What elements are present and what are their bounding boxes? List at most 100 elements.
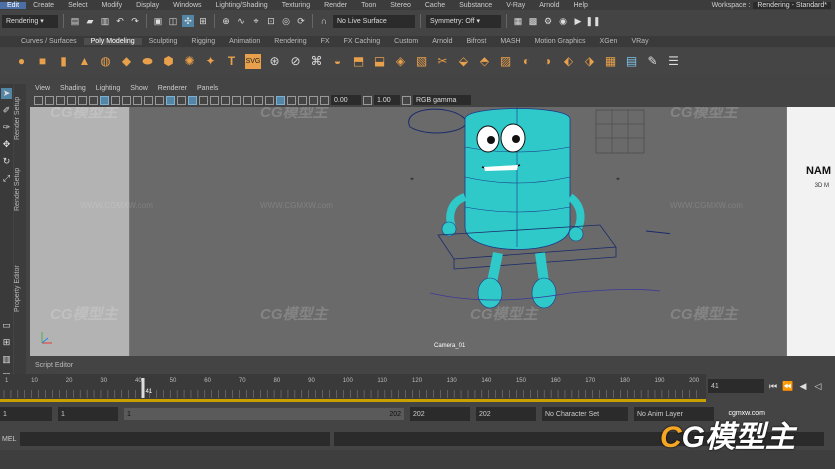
panel-menu-shading[interactable]: Shading bbox=[55, 85, 91, 92]
magnet-icon[interactable]: ∩ bbox=[318, 15, 330, 27]
field-chart-icon[interactable] bbox=[122, 95, 131, 105]
shelf-tab-fx[interactable]: FX bbox=[314, 38, 337, 45]
panel-menu-panels[interactable]: Panels bbox=[192, 85, 223, 92]
smooth-shade-icon[interactable] bbox=[166, 95, 175, 105]
camera-attributes-icon[interactable] bbox=[45, 95, 54, 105]
workspace-dropdown[interactable]: Rendering - Standard* bbox=[753, 1, 831, 9]
grid-toggle-icon[interactable] bbox=[78, 95, 87, 105]
shelf-tab-rigging[interactable]: Rigging bbox=[184, 38, 222, 45]
ipr-render-icon[interactable]: ▩ bbox=[527, 15, 539, 27]
menu-cache[interactable]: Cache bbox=[418, 2, 452, 9]
separate-icon[interactable]: ⊘ bbox=[288, 54, 303, 69]
rotate-tool-icon[interactable]: ↻ bbox=[1, 156, 12, 167]
single-perspective-icon[interactable]: ▭ bbox=[1, 320, 12, 331]
symmetry-dropdown[interactable]: Symmetry: Off ▾ bbox=[426, 14, 501, 28]
textured-icon[interactable] bbox=[199, 95, 208, 105]
shelf-tab-bifrost[interactable]: Bifrost bbox=[460, 38, 494, 45]
open-scene-icon[interactable]: ▰ bbox=[84, 15, 96, 27]
playback-end-field[interactable]: 202 bbox=[410, 407, 470, 421]
current-frame-field[interactable]: 41 bbox=[708, 379, 764, 393]
shelf-tab-xgen[interactable]: XGen bbox=[593, 38, 625, 45]
menu-v-ray[interactable]: V-Ray bbox=[499, 2, 532, 9]
shelf-options-icon[interactable]: ☰ bbox=[666, 54, 681, 69]
use-all-lights-icon[interactable] bbox=[210, 95, 219, 105]
script-editor-bar[interactable]: Script Editor bbox=[30, 362, 230, 372]
menu-stereo[interactable]: Stereo bbox=[383, 2, 418, 9]
character-set-dropdown[interactable]: No Character Set bbox=[542, 407, 628, 421]
anti-aliasing-icon[interactable] bbox=[254, 95, 263, 105]
play-backwards-icon[interactable]: ◁ bbox=[812, 380, 824, 392]
shelf-tab-rendering[interactable]: Rendering bbox=[267, 38, 313, 45]
super-shape-icon[interactable]: ✦ bbox=[203, 54, 218, 69]
menuset-dropdown[interactable]: Rendering ▾ bbox=[2, 14, 58, 28]
animation-start-field[interactable]: 1 bbox=[0, 407, 52, 421]
menu-modify[interactable]: Modify bbox=[95, 2, 130, 9]
menu-render[interactable]: Render bbox=[317, 2, 354, 9]
extrude-icon[interactable]: ⬒ bbox=[351, 54, 366, 69]
poly-disc-icon[interactable]: ⬬ bbox=[140, 54, 155, 69]
wireframe-on-shaded-icon[interactable] bbox=[188, 95, 197, 105]
connect-icon[interactable]: ⬘ bbox=[477, 54, 492, 69]
xray-joints-icon[interactable] bbox=[298, 95, 307, 105]
menu-edit[interactable]: Edit bbox=[0, 1, 27, 9]
svg-tool-icon[interactable]: SVG bbox=[245, 53, 261, 69]
side-tab-render-setup-2[interactable]: Render Setup bbox=[14, 154, 26, 224]
gate-mask-icon[interactable] bbox=[111, 95, 120, 105]
bookmark-icon[interactable] bbox=[56, 95, 65, 105]
image-plane-icon[interactable] bbox=[67, 95, 76, 105]
xray-icon[interactable] bbox=[287, 95, 296, 105]
ambient-occlusion-icon[interactable] bbox=[232, 95, 241, 105]
scale-tool-icon[interactable]: ⤢ bbox=[1, 173, 12, 184]
select-mask-icon[interactable]: ⊞ bbox=[197, 15, 209, 27]
isolate-select-icon[interactable] bbox=[276, 95, 285, 105]
persp-outliner-icon[interactable]: ▥ bbox=[1, 354, 12, 365]
animation-end-field[interactable]: 202 bbox=[476, 407, 536, 421]
gamma-field[interactable]: 1.00 bbox=[374, 95, 400, 105]
shelf-tab-curves-surfaces[interactable]: Curves / Surfaces bbox=[14, 38, 84, 45]
uv-editor-icon[interactable]: ▦ bbox=[603, 54, 618, 69]
triangulate-icon[interactable]: ⬗ bbox=[582, 54, 597, 69]
snap-curve-icon[interactable]: ∿ bbox=[235, 15, 247, 27]
playback-start-field[interactable]: 1 bbox=[58, 407, 118, 421]
snap-point-icon[interactable]: ⌖ bbox=[250, 15, 262, 27]
save-scene-icon[interactable]: ▥ bbox=[99, 15, 111, 27]
menu-texturing[interactable]: Texturing bbox=[275, 2, 317, 9]
paint-select-tool-icon[interactable]: ✑ bbox=[1, 122, 12, 133]
shadows-icon[interactable] bbox=[221, 95, 230, 105]
safe-action-icon[interactable] bbox=[133, 95, 142, 105]
exposure-icon[interactable] bbox=[320, 95, 329, 105]
wireframe-icon[interactable] bbox=[155, 95, 164, 105]
menu-help[interactable]: Help bbox=[567, 2, 595, 9]
planar-map-icon[interactable]: ▤ bbox=[624, 54, 639, 69]
soccer-ball-icon[interactable]: ✺ bbox=[182, 54, 197, 69]
time-slider[interactable]: 1 10 20 30 40 50 60 70 80 90 100 110 120 130 140 150 160… bbox=[0, 374, 706, 402]
pause-icon[interactable]: ❚❚ bbox=[585, 15, 600, 27]
poly-plane-icon[interactable]: ◆ bbox=[119, 54, 134, 69]
color-space-dropdown[interactable]: RGB gamma bbox=[413, 95, 471, 105]
shelf-tab-motion-graphics[interactable]: Motion Graphics bbox=[528, 38, 593, 45]
panel-menu-show[interactable]: Show bbox=[125, 85, 153, 92]
poly-cube-icon[interactable]: ■ bbox=[35, 54, 50, 69]
shelf-tab-fx-caching[interactable]: FX Caching bbox=[337, 38, 388, 45]
menu-create[interactable]: Create bbox=[26, 2, 61, 9]
time-slider-ruler[interactable]: 1 10 20 30 40 50 60 70 80 90 100 110 120 130 140 150 160… bbox=[0, 374, 706, 402]
command-input[interactable] bbox=[20, 432, 331, 446]
panel-menu-view[interactable]: View bbox=[30, 85, 55, 92]
default-material-icon[interactable] bbox=[177, 95, 186, 105]
menu-substance[interactable]: Substance bbox=[452, 2, 499, 9]
redo-icon[interactable]: ↷ bbox=[129, 15, 141, 27]
make-live-icon[interactable]: ◎ bbox=[280, 15, 292, 27]
workspace-selector[interactable]: Workspace : Rendering - Standard* bbox=[712, 0, 835, 10]
shelf-tab-poly-modeling[interactable]: Poly Modeling bbox=[83, 38, 142, 45]
offset-loop-icon[interactable]: ◑ bbox=[540, 54, 555, 69]
undo-icon[interactable]: ↶ bbox=[114, 15, 126, 27]
render-settings-icon[interactable]: ⚙ bbox=[542, 15, 554, 27]
range-slider[interactable]: 1 202 bbox=[124, 408, 404, 420]
history-icon[interactable]: ⟳ bbox=[295, 15, 307, 27]
menu-toon[interactable]: Toon bbox=[354, 2, 383, 9]
shelf-tab-mash[interactable]: MASH bbox=[493, 38, 527, 45]
menu-windows[interactable]: Windows bbox=[166, 2, 208, 9]
bridge-icon[interactable]: ⬓ bbox=[372, 54, 387, 69]
reduce-icon[interactable]: ⬖ bbox=[561, 54, 576, 69]
depth-of-field-icon[interactable] bbox=[265, 95, 274, 105]
